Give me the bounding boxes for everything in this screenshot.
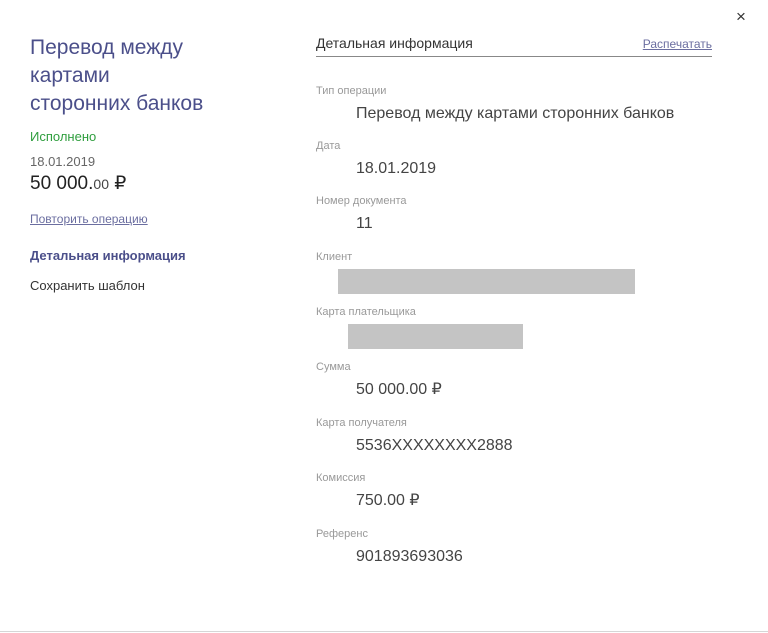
operation-title-line: картами — [30, 64, 110, 87]
currency-sign: ₽ — [114, 173, 127, 194]
bottom-divider — [0, 631, 768, 632]
field-document-number: Номер документа 11 — [316, 194, 712, 234]
details-panel: Детальная информация Распечатать Тип опе… — [316, 33, 712, 565]
amount-kopecks: 00 — [93, 176, 109, 192]
repeat-operation-link[interactable]: Повторить операцию — [30, 211, 280, 227]
field-recipient-card: Карта получателя 5536XXXXXXXX2888 — [316, 416, 712, 456]
operation-date: 18.01.2019 — [30, 154, 96, 169]
field-reference: Референс 901893693036 — [316, 527, 712, 567]
field-date: Дата 18.01.2019 — [316, 139, 712, 179]
operation-title-line: сторонних банков — [30, 92, 204, 115]
field-label: Референс — [316, 528, 368, 540]
operation-summary: Перевод между картами сторонних банков И… — [30, 34, 280, 295]
field-value: 50 000.00 ₽ — [356, 381, 442, 398]
details-header: Детальная информация Распечатать — [316, 33, 712, 57]
field-value: 901893693036 — [356, 548, 463, 565]
nav-item-save-template[interactable]: Сохранить шаблон — [30, 277, 280, 295]
operation-title-line: Перевод между — [30, 36, 184, 59]
redacted-client-value — [338, 269, 635, 294]
field-value: 11 — [356, 215, 373, 232]
close-icon[interactable]: × — [736, 7, 746, 26]
details-title: Детальная информация — [316, 35, 473, 51]
status-label: Исполнено — [30, 129, 97, 144]
close-button[interactable]: × — [732, 8, 750, 26]
field-operation-type: Тип операции Перевод между картами сторо… — [316, 84, 712, 124]
operation-amount: 50 000.00 ₽ — [30, 172, 280, 196]
field-label: Комиссия — [316, 472, 366, 484]
redacted-payer-card-value — [348, 324, 523, 349]
field-label: Карта получателя — [316, 417, 407, 429]
amount-main: 50 000. — [30, 173, 94, 194]
field-label: Сумма — [316, 361, 351, 373]
field-value: 750.00 ₽ — [356, 492, 420, 509]
field-value: Перевод между картами сторонних банков — [356, 105, 675, 122]
field-payer-card: Карта плательщика — [316, 305, 712, 349]
field-amount: Сумма 50 000.00 ₽ — [316, 360, 712, 400]
field-client: Клиент — [316, 250, 712, 294]
field-label: Тип операции — [316, 85, 387, 97]
field-commission: Комиссия 750.00 ₽ — [316, 471, 712, 511]
field-label: Номер документа — [316, 195, 407, 207]
field-label: Дата — [316, 140, 341, 152]
print-link[interactable]: Распечатать — [643, 36, 712, 52]
field-label: Клиент — [316, 251, 353, 263]
field-value: 5536XXXXXXXX2888 — [356, 437, 513, 454]
operation-title: Перевод между картами сторонних банков — [30, 34, 280, 118]
field-label: Карта плательщика — [316, 306, 416, 318]
nav-item-details[interactable]: Детальная информация — [30, 247, 280, 265]
field-value: 18.01.2019 — [356, 160, 437, 177]
